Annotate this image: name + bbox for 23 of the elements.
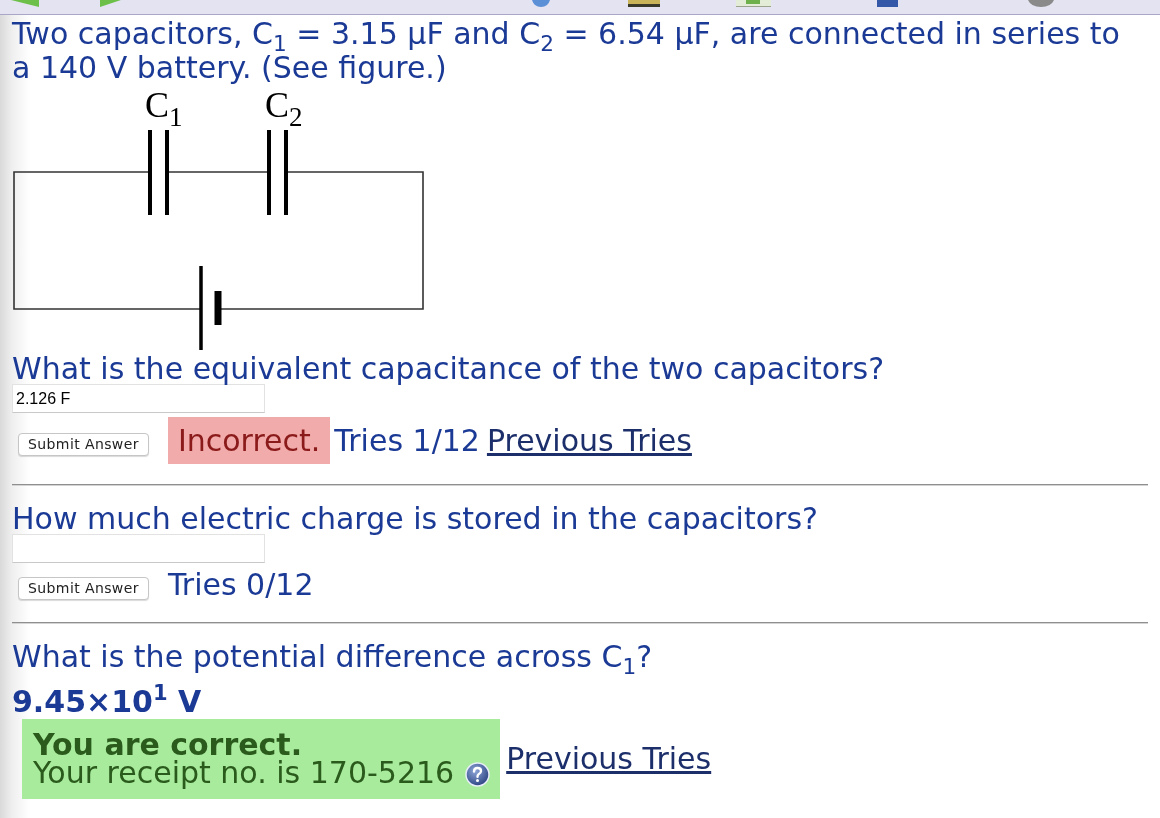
answer-field[interactable]: 2.126 F	[12, 384, 265, 413]
box-icon[interactable]	[736, 0, 771, 7]
question-text: What is the equivalent capacitance of the two capacitors?	[12, 354, 886, 384]
right-arrow-icon[interactable]	[100, 0, 121, 7]
feedback-message: Incorrect.	[167, 417, 331, 464]
question-text: How much electric charge is stored in the capacitors?	[12, 504, 819, 534]
previous-tries-link[interactable]: Previous Tries	[486, 425, 692, 456]
feedback-message: You are correct.	[33, 731, 304, 759]
submit-answer-button[interactable]: Submit Answer	[18, 432, 149, 456]
help-icon[interactable]	[465, 761, 491, 787]
answer-field[interactable]	[12, 534, 265, 563]
capacitor-label: C$_{1}$	[145, 85, 183, 129]
problem-text: Two capacitors, C$_{1}$ = 3.15 μF and C$_{2}$ = 6.54 μF, are connected in series to a 140 V battery. (See figure.)	[12, 17, 1121, 85]
tries-count: Tries 0/12	[167, 567, 314, 602]
previous-tries-link[interactable]: Previous Tries	[506, 744, 712, 774]
tries-count: Tries 1/12	[334, 423, 480, 458]
question-text: What is the potential difference across C$_{1}$?	[12, 642, 654, 672]
receipt-text: Your receipt no. is 170-5216	[33, 759, 455, 787]
left-arrow-icon[interactable]	[11, 0, 39, 7]
square-icon[interactable]	[875, 0, 900, 7]
submit-answer-button[interactable]: Submit Answer	[18, 576, 149, 600]
tray-icon[interactable]	[628, 0, 660, 7]
capacitor-label: C$_{2}$	[265, 85, 303, 129]
